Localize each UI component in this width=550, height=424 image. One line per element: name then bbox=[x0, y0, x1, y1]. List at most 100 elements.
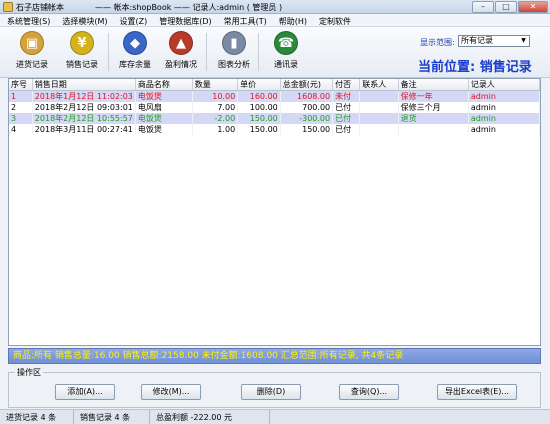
table-row[interactable]: 1 2018年1月12日 11:02:03 电饭煲 10.00 160.00 1… bbox=[9, 90, 540, 102]
scope-label: 显示范围: bbox=[420, 38, 455, 47]
maximize-button[interactable]: □ bbox=[495, 1, 517, 13]
close-button[interactable]: ✕ bbox=[518, 1, 548, 13]
menu-system[interactable]: 系统管理(S) bbox=[0, 14, 55, 26]
table-cell: 150.00 bbox=[237, 113, 281, 124]
table-cell: 保修三个月 bbox=[398, 102, 469, 113]
summary-bar: 商品:所有 销售总量:16.00 销售总额:2158.00 未付金额:1608.… bbox=[8, 348, 541, 364]
table-header: 序号 销售日期 商品名称 数量 单价 总金额(元) 付否 联系人 备注 记录人 bbox=[9, 79, 540, 91]
table-cell: 未付 bbox=[332, 90, 361, 102]
query-button[interactable]: 查询(Q)... bbox=[339, 384, 399, 400]
toolbar-separator bbox=[258, 33, 259, 71]
inventory-icon: ◆ bbox=[123, 31, 147, 55]
column-header[interactable]: 单价 bbox=[237, 79, 281, 91]
table-cell: 电饭煲 bbox=[135, 90, 193, 102]
tool-label: 销售记录 bbox=[66, 60, 98, 69]
menu-tools[interactable]: 常用工具(T) bbox=[217, 14, 272, 26]
table-cell: 2018年1月12日 11:02:03 bbox=[32, 90, 136, 102]
operations-title: 操作区 bbox=[15, 367, 43, 378]
table-cell: 4 bbox=[9, 124, 33, 135]
column-header[interactable]: 记录人 bbox=[468, 79, 540, 91]
table-cell: 1608.00 bbox=[280, 90, 334, 102]
toolbar: ▣ 进货记录 ¥ 销售记录 ◆ 库存余量 ▲ 盈利情况 ▮ 图表分析 ☎ 通讯录… bbox=[0, 27, 550, 78]
menu-modules[interactable]: 选择模块(M) bbox=[55, 14, 112, 26]
chart-icon: ▮ bbox=[222, 31, 246, 55]
address-book-button[interactable]: ☎ 通讯录 bbox=[264, 31, 308, 70]
table-cell: 2018年2月12日 10:55:57 bbox=[32, 113, 136, 124]
minimize-button[interactable]: – bbox=[472, 1, 494, 13]
sales-records-button[interactable]: ¥ 销售记录 bbox=[60, 31, 104, 70]
sales-money-icon: ¥ bbox=[70, 31, 94, 55]
window-subtitle: —— 帐本:shopBook —— 记录人:admin ( 管理员 ) bbox=[95, 3, 283, 12]
table-cell: 电饭煲 bbox=[135, 124, 193, 135]
table-cell bbox=[359, 124, 399, 135]
operations-panel: 操作区 添加(A)... 修改(M)... 删除(D) 查询(Q)... 导出E… bbox=[8, 367, 541, 408]
export-excel-button[interactable]: 导出Excel表(E)... bbox=[437, 384, 517, 400]
table-cell: admin bbox=[468, 124, 540, 135]
purchase-box-icon: ▣ bbox=[20, 31, 44, 55]
status-sales-count: 销售记录 4 条 bbox=[74, 410, 150, 424]
tool-label: 通讯录 bbox=[274, 60, 298, 69]
menu-custom[interactable]: 定制软件 bbox=[312, 14, 356, 26]
column-header[interactable]: 数量 bbox=[192, 79, 239, 91]
table-row[interactable]: 4 2018年3月11日 00:27:41 电饭煲 1.00 150.00 15… bbox=[9, 124, 540, 135]
table-cell: -2.00 bbox=[192, 113, 239, 124]
table-cell: 3 bbox=[9, 113, 33, 124]
menu-settings[interactable]: 设置(Z) bbox=[112, 14, 152, 26]
table-cell bbox=[359, 90, 399, 102]
status-bar: 进货记录 4 条 销售记录 4 条 总盈利额 -222.00 元 bbox=[0, 409, 550, 424]
app-icon bbox=[3, 2, 13, 12]
column-header[interactable]: 总金额(元) bbox=[280, 79, 334, 91]
table-cell bbox=[359, 113, 399, 124]
scope-select[interactable]: 所有记录 ▼ bbox=[458, 35, 530, 47]
phone-icon: ☎ bbox=[274, 31, 298, 55]
status-total-profit: 总盈利额 -222.00 元 bbox=[150, 410, 270, 424]
toolbar-separator bbox=[206, 33, 207, 71]
sales-table[interactable]: 序号 销售日期 商品名称 数量 单价 总金额(元) 付否 联系人 备注 记录人 … bbox=[8, 78, 541, 346]
column-header[interactable]: 序号 bbox=[9, 79, 33, 91]
delete-button[interactable]: 删除(D) bbox=[241, 384, 301, 400]
menu-bar: 系统管理(S) 选择模块(M) 设置(Z) 管理数据库(D) 常用工具(T) 帮… bbox=[0, 14, 550, 27]
table-cell: 保修一年 bbox=[398, 90, 469, 102]
table-cell: 100.00 bbox=[237, 102, 281, 113]
table-row[interactable]: 2 2018年2月12日 09:03:01 电风扇 7.00 100.00 70… bbox=[9, 102, 540, 113]
table-cell: 已付 bbox=[332, 113, 361, 124]
table-row[interactable]: 3 2018年2月12日 10:55:57 电饭煲 -2.00 150.00 -… bbox=[9, 113, 540, 124]
tool-label: 图表分析 bbox=[218, 60, 250, 69]
table-cell: admin bbox=[468, 90, 540, 102]
table-cell: 160.00 bbox=[237, 90, 281, 102]
column-header[interactable]: 商品名称 bbox=[135, 79, 193, 91]
column-header[interactable]: 付否 bbox=[332, 79, 361, 91]
table-cell: 2018年2月12日 09:03:01 bbox=[32, 102, 136, 113]
tool-label: 盈利情况 bbox=[165, 60, 197, 69]
table-cell: -300.00 bbox=[280, 113, 334, 124]
menu-database[interactable]: 管理数据库(D) bbox=[152, 14, 216, 26]
chevron-down-icon: ▼ bbox=[521, 37, 526, 44]
table-cell: 1.00 bbox=[192, 124, 239, 135]
chart-analysis-button[interactable]: ▮ 图表分析 bbox=[212, 31, 256, 70]
table-cell: 已付 bbox=[332, 124, 361, 135]
column-header[interactable]: 销售日期 bbox=[32, 79, 136, 91]
edit-button[interactable]: 修改(M)... bbox=[141, 384, 201, 400]
table-cell: 电风扇 bbox=[135, 102, 193, 113]
table-cell bbox=[398, 124, 469, 135]
table-cell: 150.00 bbox=[237, 124, 281, 135]
column-header[interactable]: 联系人 bbox=[359, 79, 399, 91]
status-purchase-count: 进货记录 4 条 bbox=[0, 410, 74, 424]
table-cell: 已付 bbox=[332, 102, 361, 113]
column-header[interactable]: 备注 bbox=[398, 79, 469, 91]
scope-value: 所有记录 bbox=[461, 36, 493, 45]
table-cell: 电饭煲 bbox=[135, 113, 193, 124]
inventory-button[interactable]: ◆ 库存余量 bbox=[113, 31, 157, 70]
table-cell: admin bbox=[468, 102, 540, 113]
add-button[interactable]: 添加(A)... bbox=[55, 384, 115, 400]
profit-button[interactable]: ▲ 盈利情况 bbox=[159, 31, 203, 70]
tool-label: 进货记录 bbox=[16, 60, 48, 69]
title-bar: 石子店铺帐本 —— 帐本:shopBook —— 记录人:admin ( 管理员… bbox=[0, 0, 550, 14]
purchase-records-button[interactable]: ▣ 进货记录 bbox=[10, 31, 54, 70]
table-cell: 2 bbox=[9, 102, 33, 113]
toolbar-separator bbox=[108, 33, 109, 71]
window-title: 石子店铺帐本 bbox=[16, 3, 64, 12]
menu-help[interactable]: 帮助(H) bbox=[272, 14, 312, 26]
table-cell: 150.00 bbox=[280, 124, 334, 135]
table-cell: 10.00 bbox=[192, 90, 239, 102]
